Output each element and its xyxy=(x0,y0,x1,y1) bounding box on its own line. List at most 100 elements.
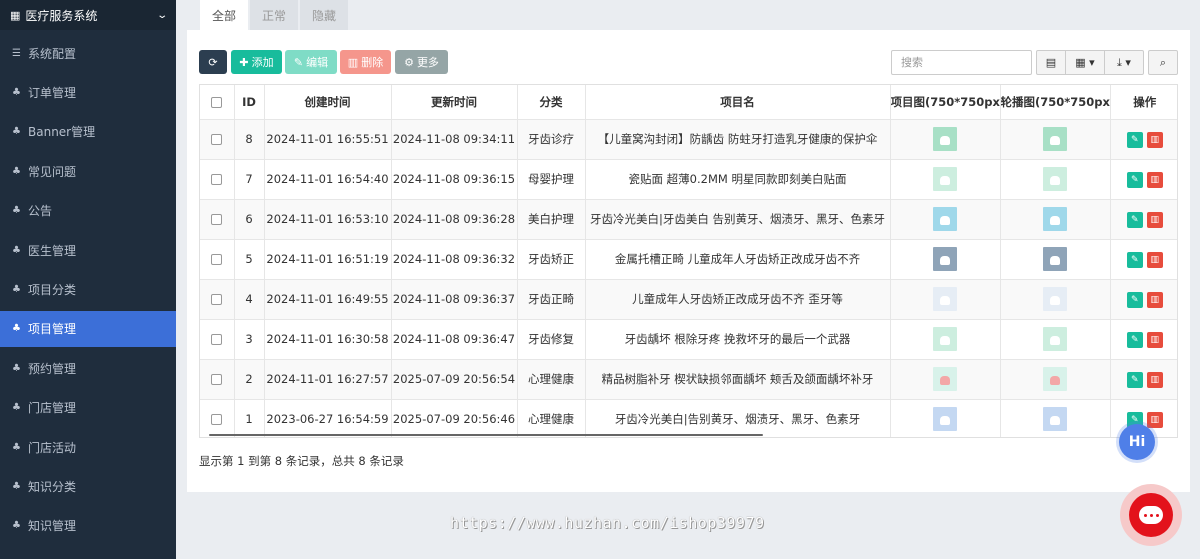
hi-float-button[interactable]: Hi xyxy=(1119,424,1155,460)
row-checkbox[interactable] xyxy=(211,254,223,265)
sidebar-item[interactable]: ♣ Banner管理 xyxy=(0,114,176,150)
select-all-checkbox[interactable] xyxy=(211,96,223,108)
sidebar-item[interactable]: ♣ 医生管理 xyxy=(0,232,176,268)
cell-name: 儿童成年人牙齿矫正改成牙齿不齐 歪牙等 xyxy=(585,279,891,320)
row-checkbox[interactable] xyxy=(211,134,223,145)
table-row[interactable]: 7 2024-11-01 16:54:40 2024-11-08 09:36:15 母… xyxy=(200,159,1177,200)
column-header[interactable]: 轮播图(750*750px) xyxy=(1000,85,1111,120)
tab-normal[interactable]: 正常 xyxy=(250,0,299,30)
column-header[interactable]: 分类 xyxy=(517,85,586,120)
table-row[interactable]: 3 2024-11-01 16:30:58 2024-11-08 09:36:47 牙… xyxy=(200,319,1177,360)
sidebar-item[interactable]: ♣ 知识分类 xyxy=(0,468,176,504)
row-edit-button[interactable]: ✎ xyxy=(1126,371,1143,388)
project-image-thumbnail[interactable] xyxy=(933,127,957,151)
sidebar-system-header[interactable]: ▦ 医疗服务系统 ⌄ xyxy=(0,0,176,30)
column-header[interactable]: 项目图(750*750px) xyxy=(890,85,1001,120)
carousel-image-thumbnail[interactable] xyxy=(1043,287,1067,311)
search-input[interactable] xyxy=(891,50,1032,75)
row-delete-button[interactable]: ▥ xyxy=(1146,171,1163,188)
row-edit-button[interactable]: ✎ xyxy=(1126,251,1143,268)
column-header[interactable]: 更新时间 xyxy=(391,85,518,120)
carousel-image-thumbnail[interactable] xyxy=(1043,167,1067,191)
carousel-image-thumbnail[interactable] xyxy=(1043,367,1067,391)
project-image-thumbnail[interactable] xyxy=(933,247,957,271)
column-select-button[interactable]: ▦ ▾ xyxy=(1065,50,1105,75)
project-image-thumbnail[interactable] xyxy=(933,207,957,231)
sidebar-item[interactable]: ♣ 预约管理 xyxy=(0,350,176,386)
row-checkbox[interactable] xyxy=(211,214,223,225)
tab-all[interactable]: 全部 xyxy=(200,0,249,30)
row-delete-button[interactable]: ▥ xyxy=(1146,291,1163,308)
chat-float-button[interactable] xyxy=(1120,484,1182,546)
row-delete-button[interactable]: ▥ xyxy=(1146,371,1163,388)
table-row[interactable]: 6 2024-11-01 16:53:10 2024-11-08 09:36:28 美… xyxy=(200,199,1177,240)
row-edit-button[interactable]: ✎ xyxy=(1126,291,1143,308)
carousel-image-thumbnail[interactable] xyxy=(1043,327,1067,351)
carousel-image-thumbnail[interactable] xyxy=(1043,207,1067,231)
sitemap-icon: ♣ xyxy=(12,441,21,453)
sitemap-icon: ♣ xyxy=(12,205,21,217)
sidebar-item[interactable]: ♣ 知识管理 xyxy=(0,508,176,544)
sidebar-item[interactable]: ♣ 项目管理 xyxy=(0,310,176,347)
sidebar-item[interactable]: ♣ 项目分类 xyxy=(0,271,176,307)
table-row[interactable]: 8 2024-11-01 16:55:51 2024-11-08 09:34:11 牙… xyxy=(200,119,1177,160)
column-header[interactable]: ID xyxy=(234,85,265,120)
cell-created: 2023-06-27 16:54:59 xyxy=(264,399,392,437)
row-select-cell xyxy=(200,279,235,320)
toggle-view-button[interactable]: ▤ xyxy=(1036,50,1066,75)
sidebar-item-label: 订单管理 xyxy=(28,85,77,100)
row-delete-button[interactable]: ▥ xyxy=(1146,331,1163,348)
sidebar-item[interactable]: ♣ 订单管理 xyxy=(0,74,176,110)
row-delete-button[interactable]: ▥ xyxy=(1146,411,1163,428)
sidebar-item[interactable]: ♣ 门店管理 xyxy=(0,390,176,426)
add-button[interactable]: ✚ 添加 xyxy=(231,50,282,74)
pencil-icon: ✎ xyxy=(1130,174,1139,185)
carousel-image-thumbnail[interactable] xyxy=(1043,127,1067,151)
row-edit-button[interactable]: ✎ xyxy=(1126,331,1143,348)
cell-name: 【儿童窝沟封闭】防龋齿 防蛀牙打造乳牙健康的保护伞 xyxy=(585,119,891,160)
carousel-image-thumbnail[interactable] xyxy=(1043,407,1067,431)
row-checkbox[interactable] xyxy=(211,174,223,185)
project-image-thumbnail[interactable] xyxy=(933,287,957,311)
table-row[interactable]: 5 2024-11-01 16:51:19 2024-11-08 09:36:32 牙… xyxy=(200,239,1177,280)
row-checkbox[interactable] xyxy=(211,334,223,345)
sidebar-item[interactable]: ☰ 系统配置 xyxy=(0,35,176,71)
pencil-icon: ✎ xyxy=(1130,134,1139,145)
row-edit-button[interactable]: ✎ xyxy=(1126,131,1143,148)
tab-hidden[interactable]: 隐藏 xyxy=(300,0,349,30)
row-delete-button[interactable]: ▥ xyxy=(1146,251,1163,268)
sitemap-icon: ♣ xyxy=(12,402,21,414)
cell-updated: 2024-11-08 09:36:32 xyxy=(391,239,518,280)
more-button[interactable]: ⚙ 更多 xyxy=(395,50,448,74)
project-image-thumbnail[interactable] xyxy=(933,367,957,391)
project-image-thumbnail[interactable] xyxy=(933,167,957,191)
row-edit-button[interactable]: ✎ xyxy=(1126,171,1143,188)
delete-button[interactable]: ▥ 删除 xyxy=(340,50,391,74)
edit-button[interactable]: ✎ 编辑 xyxy=(285,50,337,74)
project-image-thumbnail[interactable] xyxy=(933,407,957,431)
table-row[interactable]: 1 2023-06-27 16:54:59 2025-07-09 20:56:46 心… xyxy=(200,399,1177,437)
refresh-icon: ⟳ xyxy=(208,55,218,69)
sidebar-item[interactable]: ♣ 门店活动 xyxy=(0,429,176,465)
export-button[interactable]: ⤓ ▾ xyxy=(1104,50,1144,75)
sidebar-item[interactable]: ♣ 公告 xyxy=(0,193,176,229)
project-image-thumbnail[interactable] xyxy=(933,327,957,351)
trash-icon: ▥ xyxy=(347,55,359,69)
column-header[interactable]: 项目名 xyxy=(585,85,891,120)
row-edit-button[interactable]: ✎ xyxy=(1126,211,1143,228)
advanced-search-button[interactable]: ⌕ xyxy=(1148,50,1178,75)
column-header[interactable]: 创建时间 xyxy=(264,85,392,120)
row-delete-button[interactable]: ▥ xyxy=(1146,211,1163,228)
refresh-button[interactable]: ⟳ xyxy=(199,50,227,74)
sidebar-item[interactable]: ♣ 常见问题 xyxy=(0,153,176,189)
carousel-image-thumbnail[interactable] xyxy=(1043,247,1067,271)
table-row[interactable]: 2 2024-11-01 16:27:57 2025-07-09 20:56:54 心… xyxy=(200,359,1177,400)
row-checkbox[interactable] xyxy=(211,414,223,425)
row-checkbox[interactable] xyxy=(211,374,223,385)
cell-id: 6 xyxy=(234,199,265,240)
row-delete-button[interactable]: ▥ xyxy=(1146,131,1163,148)
horizontal-scrollbar[interactable] xyxy=(209,434,763,436)
row-checkbox[interactable] xyxy=(211,294,223,305)
table-row[interactable]: 4 2024-11-01 16:49:55 2024-11-08 09:36:37 牙… xyxy=(200,279,1177,320)
cell-created: 2024-11-01 16:51:19 xyxy=(264,239,392,280)
